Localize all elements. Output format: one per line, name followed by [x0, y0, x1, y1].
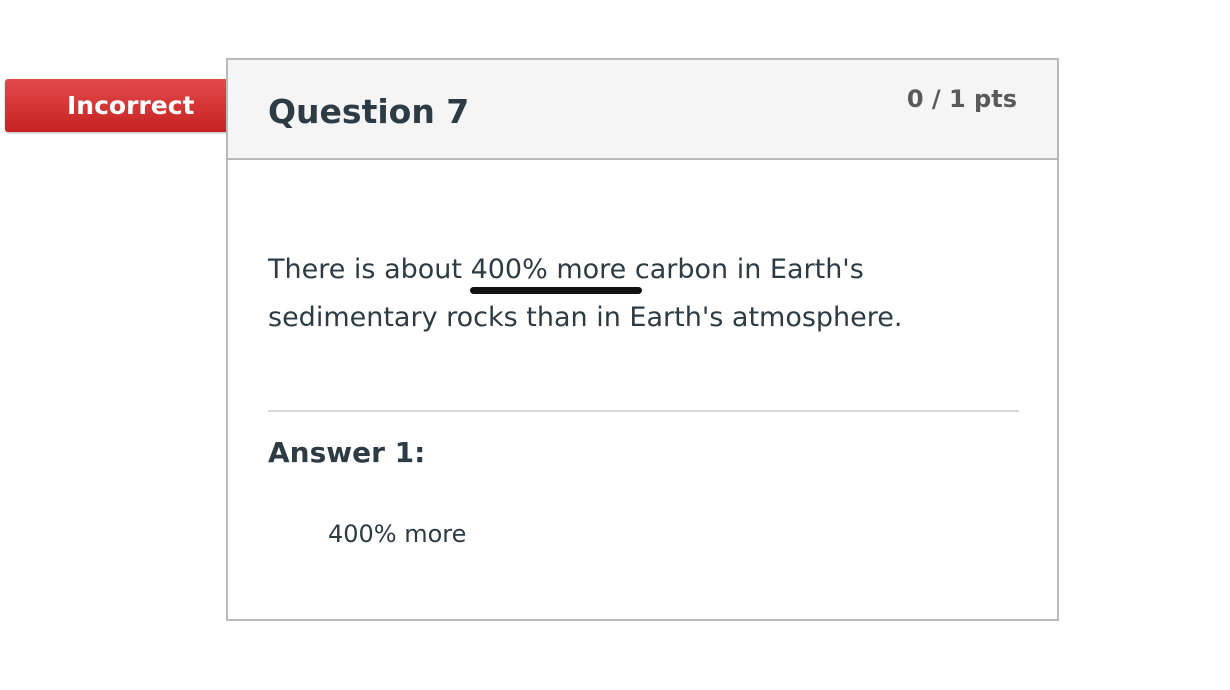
question-text: There is about 400% more carbon in Earth… [268, 246, 1028, 342]
handwritten-underline [470, 287, 642, 294]
answer-value: 400% more [328, 520, 467, 548]
answer-divider [268, 410, 1019, 412]
question-text-highlight: 400% more [470, 254, 627, 285]
answer-label: Answer 1: [268, 436, 426, 469]
question-header: Question 7 0 / 1 pts [228, 60, 1057, 160]
incorrect-badge-label: Incorrect [67, 91, 195, 120]
incorrect-badge: Incorrect [5, 79, 237, 132]
question-title: Question 7 [268, 92, 470, 131]
question-card: Question 7 0 / 1 pts There is about 400%… [226, 58, 1059, 621]
question-text-part1: There is about [268, 254, 471, 285]
question-points: 0 / 1 pts [906, 85, 1017, 113]
